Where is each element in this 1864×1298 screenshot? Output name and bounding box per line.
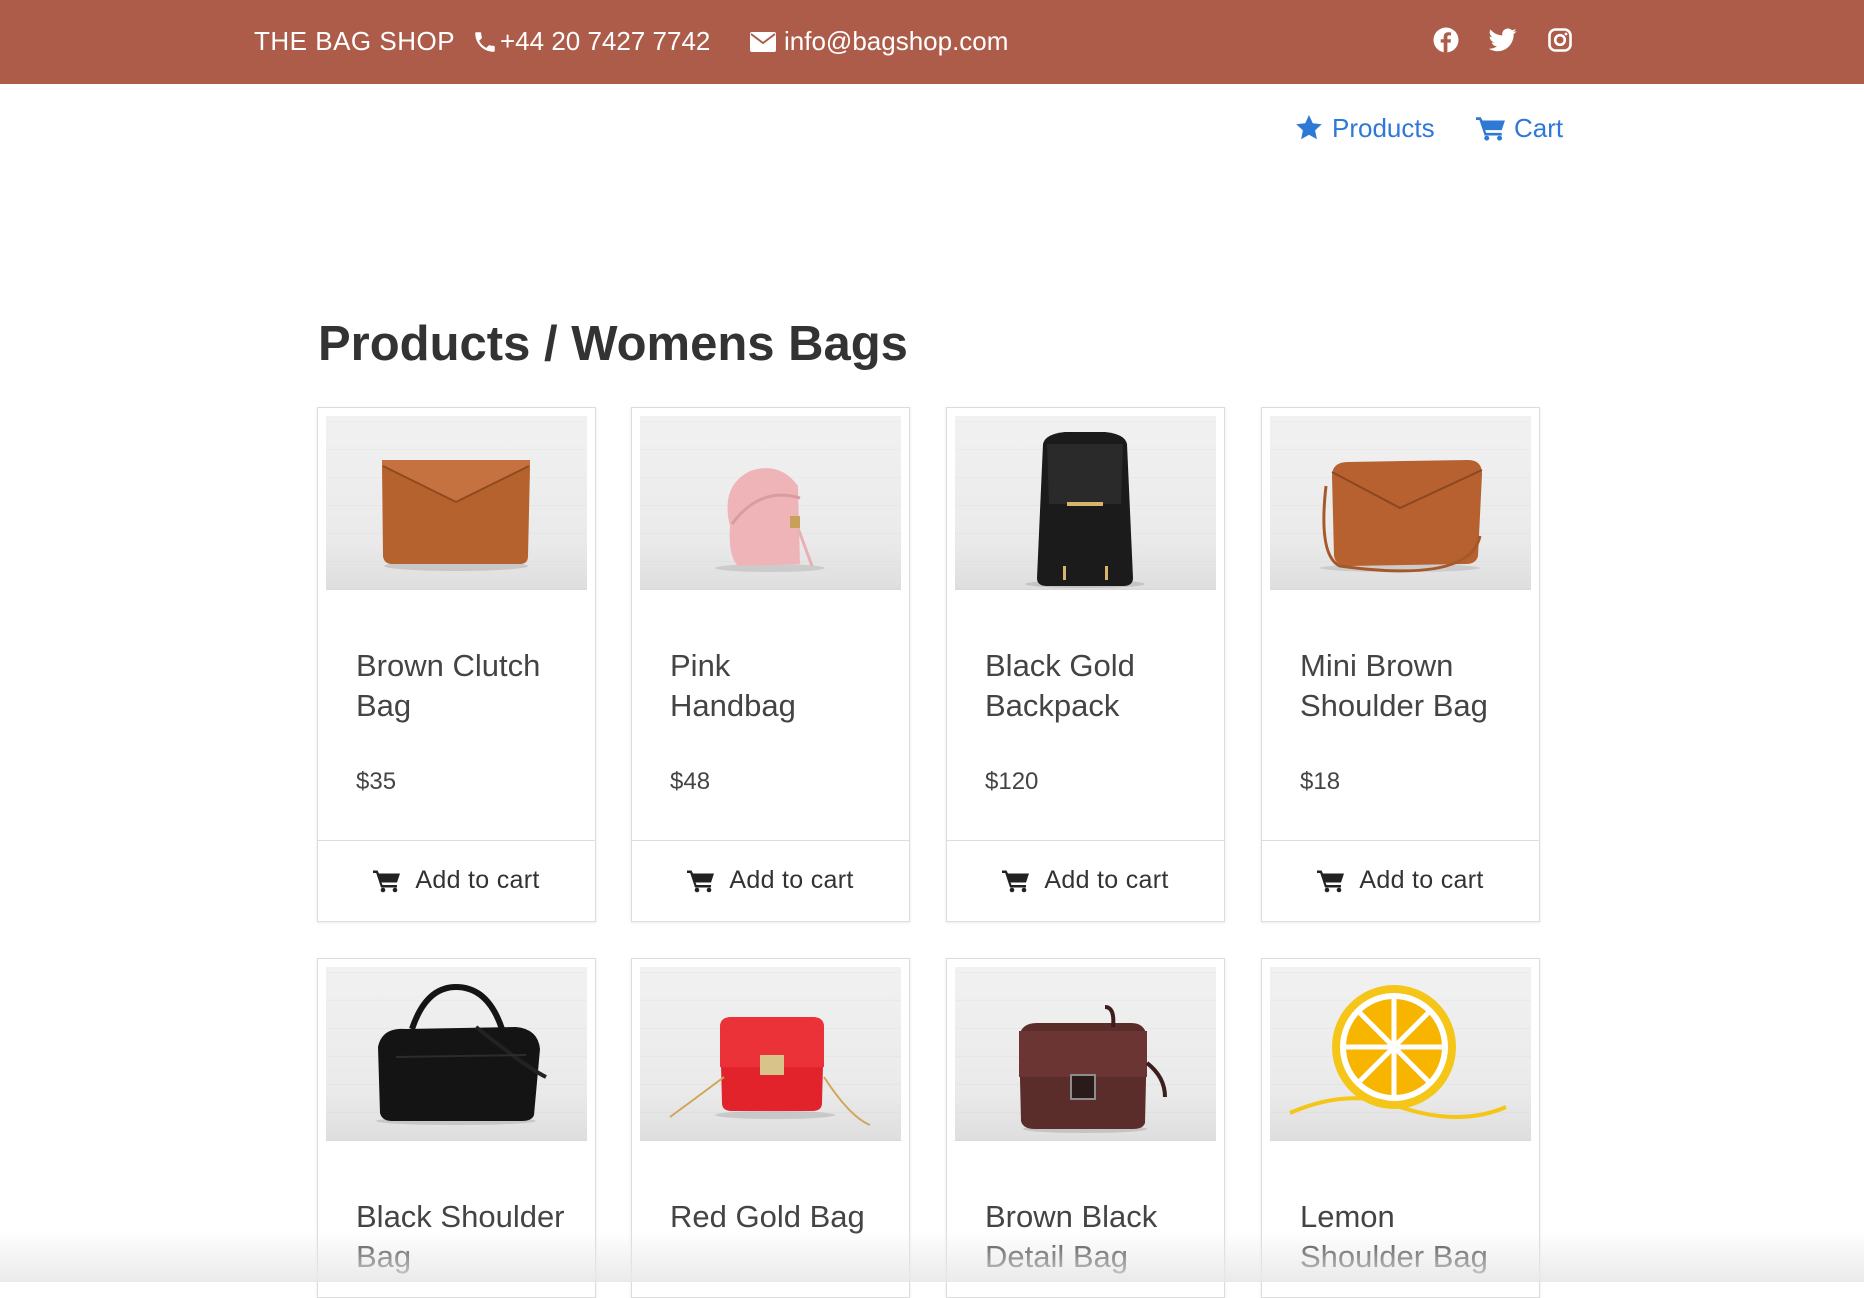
add-to-cart-button[interactable]: Add to cart (947, 840, 1224, 920)
product-card: Pink Handbag $48 Add to cart (631, 407, 910, 922)
phone-contact[interactable]: +44 20 7427 7742 (472, 26, 710, 57)
product-price: $35 (356, 768, 397, 795)
product-name[interactable]: Mini Brown Shoulder Bag (1300, 646, 1520, 726)
product-name[interactable]: Brown Clutch Bag (356, 646, 576, 726)
twitter-icon[interactable] (1488, 25, 1518, 55)
instagram-icon[interactable] (1545, 25, 1575, 55)
product-price: $18 (1300, 768, 1341, 795)
product-card: Red Gold Bag (631, 958, 910, 1298)
product-card: Brown Clutch Bag $35 Add to cart (317, 407, 596, 922)
cart-icon (1476, 117, 1505, 141)
product-name[interactable]: Black Gold Backpack (985, 646, 1205, 726)
cart-icon (1002, 870, 1030, 893)
product-name[interactable]: Black Shoulder Bag (356, 1197, 576, 1277)
nav-products-link[interactable]: Products (1294, 110, 1435, 146)
product-image[interactable] (640, 416, 901, 590)
product-card: Lemon Shoulder Bag (1261, 958, 1540, 1298)
product-name[interactable]: Red Gold Bag (670, 1197, 890, 1237)
facebook-icon[interactable] (1431, 25, 1461, 55)
nav-products-label: Products (1332, 112, 1435, 143)
phone-icon (475, 31, 495, 52)
product-image[interactable] (640, 967, 901, 1141)
product-image[interactable] (1270, 967, 1531, 1141)
product-card: Mini Brown Shoulder Bag $18 Add to cart (1261, 407, 1540, 922)
product-name[interactable]: Pink Handbag (670, 646, 810, 726)
nav-cart-link[interactable]: Cart (1476, 110, 1563, 146)
email-address: info@bagshop.com (784, 26, 1009, 56)
add-to-cart-label: Add to cart (1044, 866, 1169, 894)
add-to-cart-button[interactable]: Add to cart (632, 840, 909, 920)
product-image[interactable] (326, 967, 587, 1141)
product-name[interactable]: Lemon Shoulder Bag (1300, 1197, 1520, 1277)
product-image[interactable] (955, 967, 1216, 1141)
add-to-cart-button[interactable]: Add to cart (1262, 840, 1539, 920)
product-card: Black Shoulder Bag (317, 958, 596, 1298)
brand-name[interactable]: THE BAG SHOP (254, 26, 455, 57)
product-price: $48 (670, 768, 711, 795)
envelope-icon (750, 31, 776, 52)
page-bottom-shadow (0, 1230, 1864, 1282)
phone-number: +44 20 7427 7742 (500, 26, 711, 56)
product-image[interactable] (1270, 416, 1531, 590)
add-to-cart-button[interactable]: Add to cart (318, 840, 595, 920)
top-bar: THE BAG SHOP +44 20 7427 7742 info@bagsh… (0, 0, 1864, 84)
add-to-cart-label: Add to cart (415, 866, 540, 894)
add-to-cart-label: Add to cart (1359, 866, 1484, 894)
product-name[interactable]: Brown Black Detail Bag (985, 1197, 1205, 1277)
product-card: Brown Black Detail Bag (946, 958, 1225, 1298)
star-icon (1296, 114, 1322, 140)
cart-icon (373, 870, 401, 893)
cart-icon (1317, 870, 1345, 893)
product-card: Black Gold Backpack $120 Add to cart (946, 407, 1225, 922)
nav-cart-label: Cart (1514, 112, 1564, 143)
product-image[interactable] (326, 416, 587, 590)
add-to-cart-label: Add to cart (729, 866, 854, 894)
cart-icon (687, 870, 715, 893)
product-image[interactable] (955, 416, 1216, 590)
product-price: $120 (985, 768, 1039, 795)
email-contact[interactable]: info@bagshop.com (750, 26, 1008, 57)
page-title: Products / Womens Bags (318, 317, 908, 371)
